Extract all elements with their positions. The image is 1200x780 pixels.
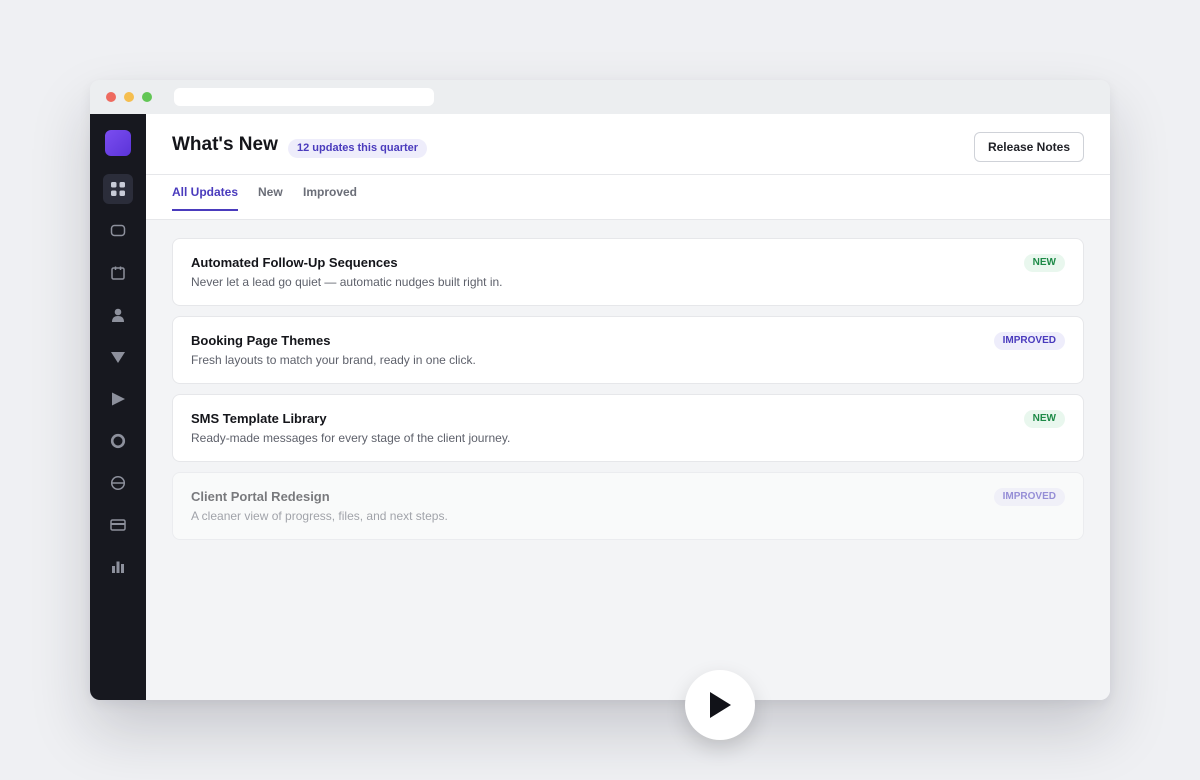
maximize-window-dot[interactable] — [142, 92, 152, 102]
person-icon — [112, 308, 124, 322]
release-notes-button[interactable]: Release Notes — [974, 132, 1084, 162]
sidebar-item-sites[interactable] — [103, 468, 133, 498]
tab-all-updates[interactable]: All Updates — [172, 185, 239, 211]
filter-funnel-icon — [111, 352, 125, 363]
status-badge: IMPROVED — [993, 332, 1065, 350]
sidebar-item-pipeline[interactable] — [103, 342, 133, 372]
update-card[interactable]: Automated Follow-Up Sequences Never let … — [172, 238, 1084, 306]
calendar-icon — [111, 266, 125, 280]
play-icon — [710, 692, 731, 718]
address-bar[interactable] — [174, 88, 434, 106]
app-window: What's New 12 updates this quarter Relea… — [90, 80, 1110, 700]
sidebar-item-campaigns[interactable] — [103, 384, 133, 414]
close-window-dot[interactable] — [106, 92, 116, 102]
update-card[interactable]: Client Portal Redesign A cleaner view of… — [172, 472, 1084, 540]
update-card[interactable]: SMS Template Library Ready-made messages… — [172, 394, 1084, 462]
status-badge: NEW — [1023, 410, 1065, 428]
globe-icon — [110, 475, 126, 491]
update-description: Ready-made messages for every stage of t… — [191, 431, 511, 445]
status-badge: IMPROVED — [993, 488, 1065, 506]
play-video-button[interactable] — [685, 670, 755, 740]
bar-chart-icon — [112, 561, 124, 573]
update-description: Fresh layouts to match your brand, ready… — [191, 353, 476, 367]
update-description: Never let a lead go quiet — automatic nu… — [191, 275, 503, 289]
tab-improved[interactable]: Improved — [303, 185, 357, 209]
sidebar-item-payments[interactable] — [103, 510, 133, 540]
filter-tabs: All Updates New Improved — [146, 175, 1110, 220]
sidebar-item-reviews[interactable] — [103, 426, 133, 456]
status-badge: NEW — [1023, 254, 1065, 272]
minimize-window-dot[interactable] — [124, 92, 134, 102]
sidebar — [90, 114, 146, 700]
tab-new[interactable]: New — [258, 185, 283, 209]
update-title: Booking Page Themes — [191, 333, 331, 348]
main-content: What's New 12 updates this quarter Relea… — [146, 114, 1110, 700]
update-card[interactable]: Booking Page Themes Fresh layouts to mat… — [172, 316, 1084, 384]
ring-icon — [110, 433, 126, 449]
credit-card-icon — [110, 519, 126, 531]
grid-icon — [111, 182, 125, 196]
update-title: Automated Follow-Up Sequences — [191, 255, 398, 270]
update-title: SMS Template Library — [191, 411, 327, 426]
sidebar-item-contacts[interactable] — [103, 300, 133, 330]
window-titlebar — [90, 80, 1110, 115]
send-arrow-icon — [112, 392, 125, 406]
update-title: Client Portal Redesign — [191, 489, 330, 504]
sidebar-item-calendar[interactable] — [103, 258, 133, 288]
sidebar-item-dashboard[interactable] — [103, 174, 133, 204]
page-title: What's New — [172, 134, 278, 155]
chat-bubble-icon — [110, 224, 126, 237]
page-header: What's New 12 updates this quarter Relea… — [146, 114, 1110, 175]
sidebar-item-reporting[interactable] — [103, 552, 133, 582]
app-logo — [105, 130, 131, 156]
sidebar-item-conversations[interactable] — [103, 216, 133, 246]
update-description: A cleaner view of progress, files, and n… — [191, 509, 448, 523]
update-count-badge: 12 updates this quarter — [288, 139, 428, 158]
